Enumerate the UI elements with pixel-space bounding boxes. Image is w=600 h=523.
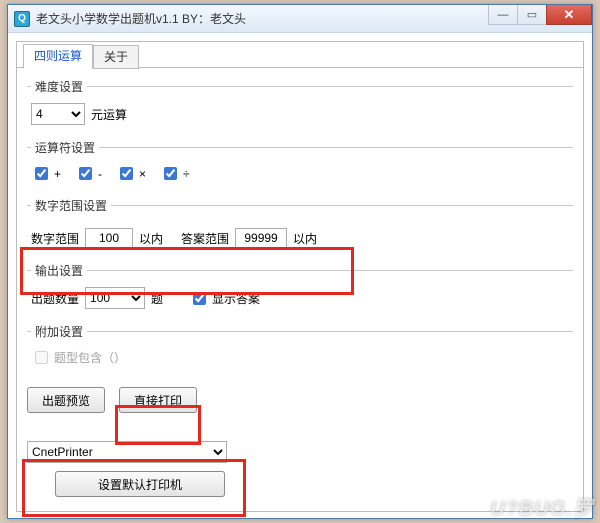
ans-range-label: 答案范围: [181, 230, 229, 247]
maximize-button[interactable]: ▭: [517, 5, 547, 25]
minimize-button[interactable]: —: [488, 5, 518, 25]
op-divide[interactable]: ÷: [160, 164, 190, 183]
op-times[interactable]: ×: [116, 164, 146, 183]
op-minus[interactable]: -: [75, 164, 102, 183]
op-divide-checkbox[interactable]: [164, 167, 177, 180]
range-legend: 数字范围设置: [31, 197, 111, 214]
ans-range-suffix: 以内: [293, 230, 317, 247]
num-range-input[interactable]: [85, 228, 133, 248]
difficulty-select[interactable]: 4: [31, 103, 85, 125]
operators-legend: 运算符设置: [31, 139, 99, 156]
count-label: 出题数量: [31, 290, 79, 307]
print-button[interactable]: 直接打印: [119, 387, 197, 413]
addon-legend: 附加设置: [31, 323, 87, 340]
app-window: Q 老文头小学数学出题机v1.1 BY：老文头 — ▭ ✕ 四则运算 关于 难度…: [7, 4, 593, 519]
op-plus-checkbox[interactable]: [35, 167, 48, 180]
tab-row: 四则运算 关于: [17, 42, 583, 68]
client-area: 四则运算 关于 难度设置 4 元运算 运算符设置 + - × ÷: [16, 41, 584, 512]
num-range-label: 数字范围: [31, 230, 79, 247]
show-answer-checkbox[interactable]: [193, 292, 206, 305]
close-button[interactable]: ✕: [546, 5, 592, 25]
op-times-checkbox[interactable]: [120, 167, 133, 180]
include-type: 题型包含（）: [31, 348, 126, 367]
titlebar: Q 老文头小学数学出题机v1.1 BY：老文头 — ▭ ✕: [8, 5, 592, 33]
preview-button[interactable]: 出题预览: [27, 387, 105, 413]
tab-body: 难度设置 4 元运算 运算符设置 + - × ÷ 数字范围设置: [17, 68, 583, 511]
count-suffix: 题: [151, 290, 163, 307]
tab-about[interactable]: 关于: [93, 45, 139, 69]
app-icon: Q: [14, 11, 30, 27]
window-title: 老文头小学数学出题机v1.1 BY：老文头: [36, 10, 246, 27]
difficulty-unit: 元运算: [91, 106, 127, 123]
set-default-printer-button[interactable]: 设置默认打印机: [55, 471, 225, 497]
difficulty-group: 难度设置 4 元运算: [27, 78, 573, 129]
window-controls: — ▭ ✕: [489, 5, 592, 25]
ans-range-input[interactable]: [235, 228, 287, 248]
output-group: 输出设置 出题数量 100 题 显示答案: [27, 262, 573, 313]
tab-arithmetic[interactable]: 四则运算: [23, 44, 93, 69]
difficulty-legend: 难度设置: [31, 78, 87, 95]
range-group: 数字范围设置 数字范围 以内 答案范围 以内: [27, 197, 573, 252]
output-legend: 输出设置: [31, 262, 87, 279]
printer-select[interactable]: CnetPrinter: [27, 441, 227, 463]
count-select[interactable]: 100: [85, 287, 145, 309]
operators-group: 运算符设置 + - × ÷: [27, 139, 573, 187]
watermark: U?BUG.罗: [490, 492, 594, 521]
num-range-suffix: 以内: [139, 230, 163, 247]
show-answer[interactable]: 显示答案: [189, 289, 260, 308]
op-plus[interactable]: +: [31, 164, 61, 183]
op-minus-checkbox[interactable]: [79, 167, 92, 180]
include-type-checkbox: [35, 351, 48, 364]
addon-group: 附加设置 题型包含（）: [27, 323, 573, 371]
